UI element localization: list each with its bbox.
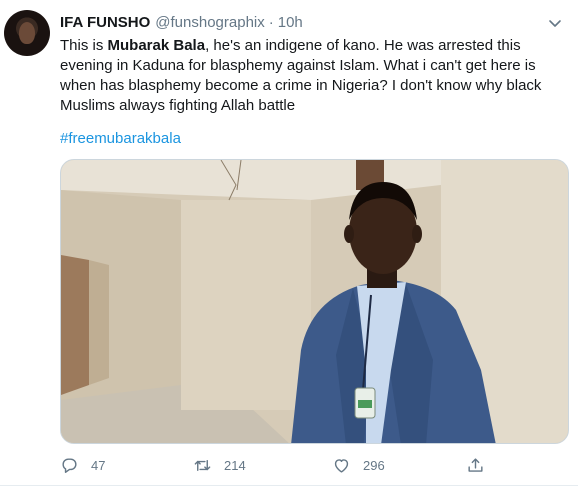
tweet-text-intro: This is (60, 37, 108, 54)
chevron-down-icon[interactable] (546, 14, 564, 32)
photo-illustration (61, 160, 568, 443)
tweet-photo[interactable] (60, 159, 569, 444)
like-count: 296 (363, 457, 385, 473)
separator-dot: · (268, 13, 274, 31)
share-button[interactable] (466, 454, 497, 476)
avatar-face (19, 22, 35, 44)
tweet-timestamp[interactable]: 10h (278, 14, 303, 31)
tweet-header: IFA FUNSHO @funshographix · 10h (60, 12, 303, 32)
reply-button[interactable]: 47 (60, 454, 105, 476)
share-icon (468, 457, 483, 472)
heart-icon (334, 458, 349, 473)
tweet-actions: 47 214 296 (60, 454, 510, 476)
reply-icon (62, 457, 77, 473)
retweet-button[interactable]: 214 (193, 454, 246, 476)
tweet-text: This is Mubarak Bala, he's an indigene o… (60, 36, 570, 116)
author-name[interactable]: IFA FUNSHO (60, 14, 150, 31)
tweet-text-bold-name: Mubarak Bala (107, 37, 206, 54)
retweet-icon (194, 459, 211, 471)
like-button[interactable]: 296 (332, 454, 385, 476)
tweet[interactable]: IFA FUNSHO @funshographix · 10h This is … (0, 0, 578, 486)
author-handle[interactable]: @funshographix (155, 14, 264, 31)
reply-count: 47 (91, 457, 106, 473)
avatar[interactable] (4, 10, 50, 56)
hashtag-link[interactable]: #freemubarakbala (60, 129, 181, 149)
retweet-count: 214 (224, 457, 246, 473)
